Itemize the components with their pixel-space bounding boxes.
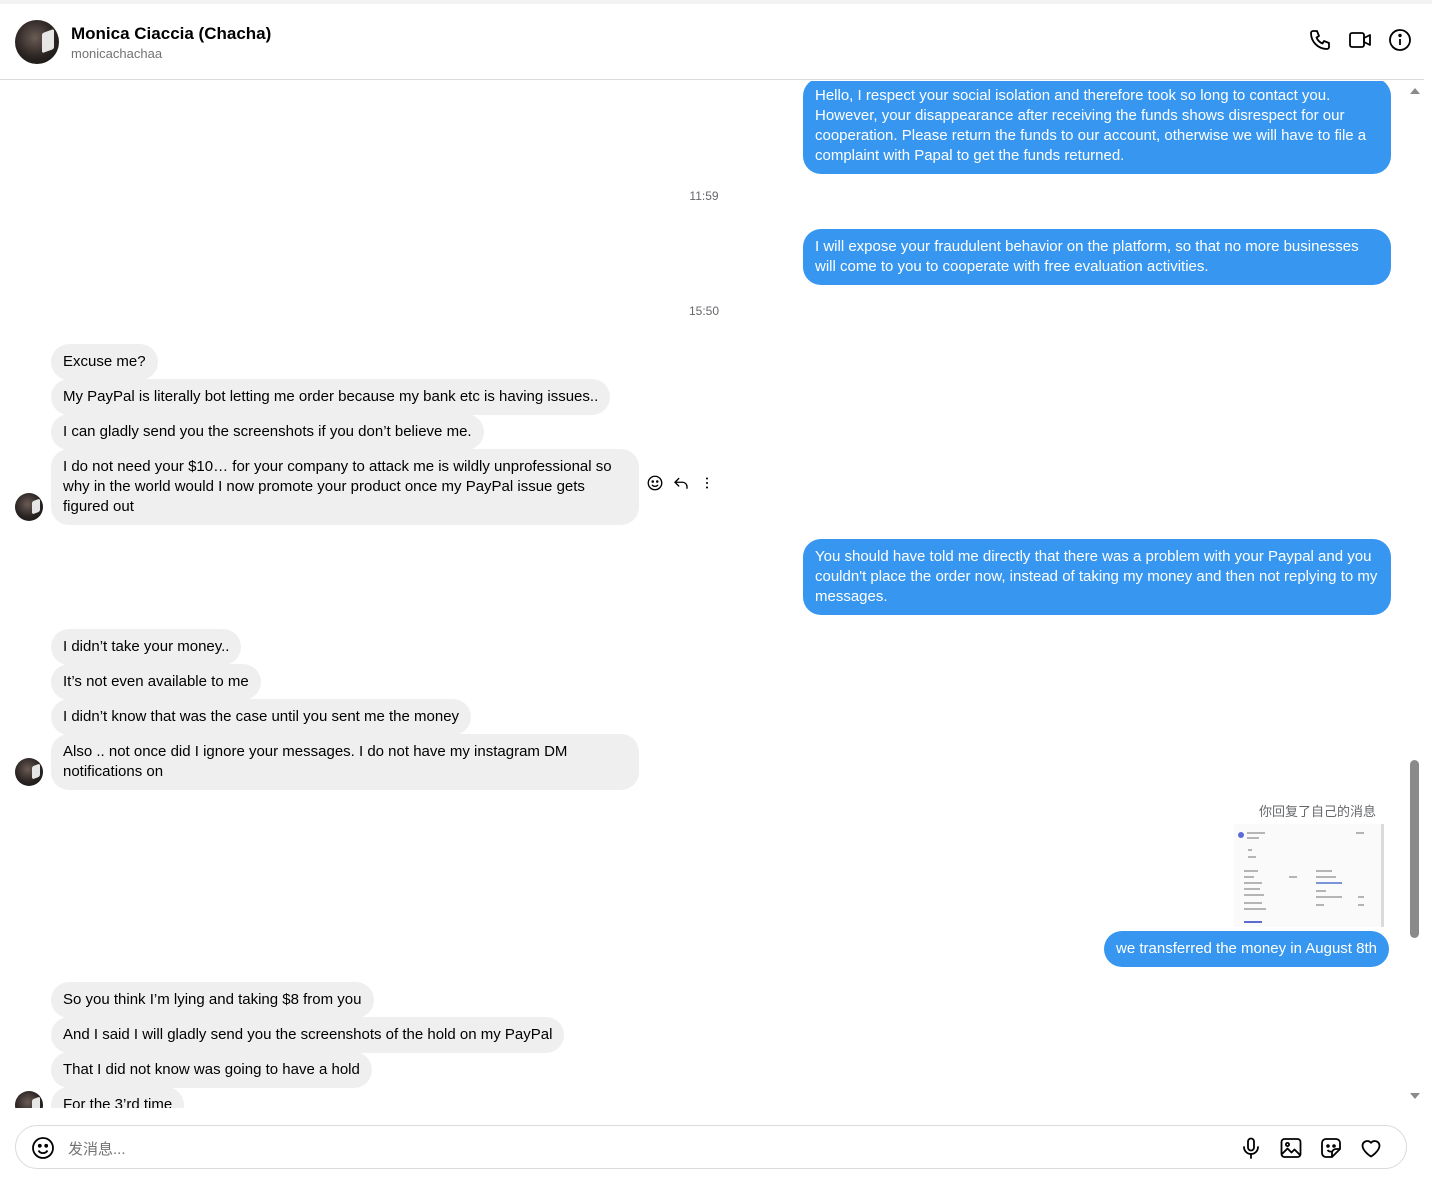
reply-note: 你回复了自己的消息	[1258, 804, 1376, 819]
sender-avatar[interactable]	[15, 493, 43, 521]
scroll-up-arrow-icon[interactable]	[1410, 88, 1420, 94]
contact-username[interactable]: monicachachaa	[71, 46, 162, 61]
message-outgoing[interactable]: You should have told me directly that th…	[803, 539, 1391, 615]
info-icon[interactable]	[1388, 28, 1412, 52]
contact-name[interactable]: Monica Ciaccia (Chacha)	[71, 24, 271, 44]
reply-icon[interactable]	[672, 474, 690, 497]
sender-avatar[interactable]	[15, 1091, 43, 1108]
emoji-icon[interactable]	[31, 1136, 55, 1160]
scrollbar[interactable]	[1406, 80, 1424, 1110]
message-incoming[interactable]: I do not need your $10… for your company…	[51, 449, 639, 525]
message-incoming[interactable]: It’s not even available to me	[51, 664, 261, 700]
microphone-icon[interactable]	[1238, 1136, 1264, 1160]
message-incoming[interactable]: For the 3’rd time	[51, 1087, 185, 1108]
message-outgoing[interactable]: Hello, I respect your social isolation a…	[803, 81, 1391, 174]
message-incoming[interactable]: Excuse me?	[51, 344, 158, 380]
chat-header: Monica Ciaccia (Chacha) monicachachaa	[0, 4, 1424, 80]
message-outgoing[interactable]: I will expose your fraudulent behavior o…	[803, 229, 1391, 285]
image-icon[interactable]	[1278, 1136, 1304, 1160]
message-incoming[interactable]: I didn’t take your money..	[51, 629, 242, 665]
message-input[interactable]	[66, 1136, 1220, 1162]
scrollbar-thumb[interactable]	[1410, 760, 1419, 938]
heart-icon[interactable]	[1358, 1136, 1384, 1160]
replied-screenshot-thumbnail[interactable]	[1234, 824, 1384, 927]
message-incoming[interactable]: I didn’t know that was the case until yo…	[51, 699, 472, 735]
sender-avatar[interactable]	[15, 758, 43, 786]
react-emoji-icon[interactable]	[646, 474, 664, 497]
message-incoming[interactable]: That I did not know was going to have a …	[51, 1052, 372, 1088]
message-incoming[interactable]: My PayPal is literally bot letting me or…	[51, 379, 611, 415]
message-outgoing[interactable]: we transferred the money in August 8th	[1104, 931, 1389, 967]
message-incoming[interactable]: And I said I will gladly send you the sc…	[51, 1017, 565, 1053]
scroll-down-arrow-icon[interactable]	[1410, 1093, 1420, 1099]
timestamp: 11:59	[689, 189, 719, 203]
message-composer	[15, 1125, 1407, 1169]
video-camera-icon[interactable]	[1348, 28, 1372, 52]
sticker-icon[interactable]	[1318, 1136, 1344, 1160]
message-actions	[646, 474, 716, 497]
phone-icon[interactable]	[1308, 28, 1332, 52]
message-incoming[interactable]: I can gladly send you the screenshots if…	[51, 414, 484, 450]
more-options-icon[interactable]	[698, 474, 716, 497]
message-list[interactable]: Hello, I respect your social isolation a…	[0, 81, 1404, 1108]
timestamp: 15:50	[688, 304, 720, 318]
contact-avatar[interactable]	[15, 20, 59, 64]
message-incoming[interactable]: So you think I’m lying and taking $8 fro…	[51, 982, 374, 1018]
message-incoming[interactable]: Also .. not once did I ignore your messa…	[51, 734, 639, 790]
